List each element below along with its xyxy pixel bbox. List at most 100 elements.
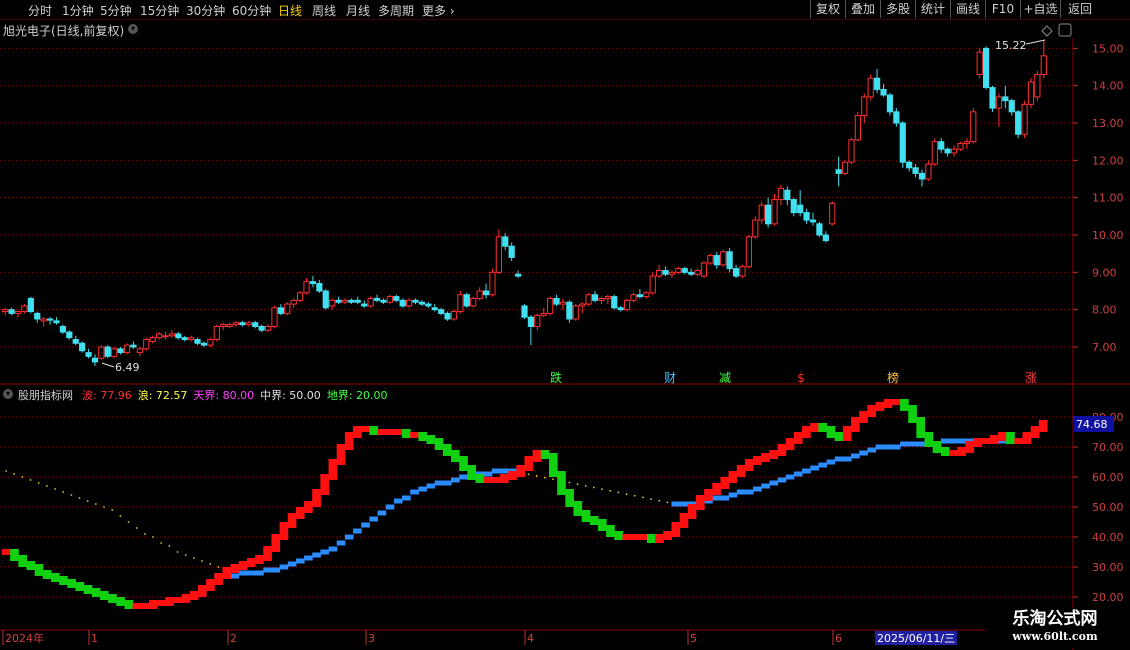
trail-dot <box>584 484 587 487</box>
wave-block <box>50 573 60 582</box>
diamond-icon[interactable] <box>1041 25 1053 37</box>
trend-block <box>336 540 346 546</box>
high-price-label: 15.22 <box>995 39 1027 52</box>
price-tick-label: 9.00 <box>1092 266 1117 279</box>
candle-body <box>111 348 118 357</box>
wave-block <box>793 432 803 444</box>
wave-block <box>59 576 68 585</box>
candle-body <box>553 297 560 305</box>
wave-block <box>1022 432 1032 444</box>
candle-body <box>771 199 778 225</box>
wave-block <box>328 459 338 480</box>
trend-block <box>344 534 354 540</box>
wave-block <box>238 561 248 570</box>
candle-body <box>925 163 932 180</box>
event-label[interactable]: 财 <box>664 371 676 385</box>
wave-block <box>304 501 313 513</box>
trail-dot <box>29 479 32 481</box>
candle-body <box>239 322 246 326</box>
trail-dots <box>5 470 669 571</box>
candle-body <box>1040 55 1047 75</box>
trend-block <box>908 441 917 447</box>
wave-block <box>940 447 950 456</box>
candle-body <box>149 337 156 342</box>
candle-body <box>899 122 906 163</box>
candle-body <box>245 322 252 326</box>
wave-block <box>418 432 428 441</box>
candle-body <box>1008 100 1015 113</box>
candle-body <box>175 333 182 339</box>
candle-body <box>726 251 733 270</box>
wave-block <box>516 465 525 477</box>
trail-dot <box>633 494 636 497</box>
candle-body <box>502 236 509 247</box>
chart-canvas[interactable]: 15.00 14.00 13.00 12.00 11.00 10.00 9.00 8.00 7.… <box>0 0 1130 650</box>
wave-series <box>2 399 1048 609</box>
candle-body <box>258 325 265 331</box>
wave-block <box>557 471 566 495</box>
candle-body <box>508 245 515 258</box>
candle-body <box>425 303 432 307</box>
event-label[interactable]: 涨 <box>1025 370 1037 385</box>
candle-body <box>393 296 400 301</box>
candle-body <box>534 314 541 327</box>
chevron-down-icon[interactable]: ▾ <box>3 389 13 399</box>
candle-body <box>72 339 79 344</box>
trend-block <box>287 561 297 567</box>
wave-block <box>981 438 991 444</box>
trail-dot <box>576 483 579 486</box>
trail-dot <box>78 497 81 499</box>
indicator-tick-label: 70.00 <box>1092 441 1124 454</box>
candle-body <box>765 204 772 225</box>
trend-block <box>410 489 419 495</box>
wave-block <box>279 522 289 540</box>
wave-block <box>581 510 591 522</box>
panel-toggle-icon[interactable] <box>1058 23 1072 37</box>
date-tick-label: 6 <box>835 632 842 645</box>
wave-block <box>818 423 828 432</box>
candle-body <box>662 269 669 275</box>
trail-dot <box>62 491 65 493</box>
trail-dot <box>103 506 105 508</box>
trail-dot <box>568 481 571 484</box>
price-tick-label: 13.00 <box>1092 117 1124 130</box>
candle-body <box>893 111 900 124</box>
candle-body <box>271 307 278 327</box>
trail-dot <box>552 478 554 481</box>
trend-block <box>295 558 305 564</box>
price-grid <box>0 47 1073 348</box>
event-label[interactable]: 减 <box>719 371 731 385</box>
wave-block <box>777 444 787 456</box>
event-label[interactable]: 跌 <box>550 370 562 385</box>
candle-body <box>34 312 41 320</box>
wave-block <box>573 501 583 516</box>
candle-body <box>976 51 983 75</box>
wave-block <box>467 465 477 480</box>
wave-block <box>91 588 101 597</box>
candle-body <box>264 325 272 331</box>
wave-block <box>442 444 452 456</box>
wave-block <box>524 456 534 471</box>
wave-block <box>426 435 436 444</box>
trend-block <box>279 564 289 570</box>
candle-body <box>950 148 958 154</box>
wave-block <box>369 426 379 435</box>
candle-body <box>181 337 188 341</box>
candle-body <box>668 271 676 275</box>
trend-block <box>304 555 313 561</box>
candle-body <box>944 148 951 154</box>
trail-dot <box>641 496 644 499</box>
date-tick-label: 2024年 <box>5 631 44 645</box>
wave-block <box>565 489 574 507</box>
candle-body <box>335 299 342 303</box>
wave-block <box>924 432 934 447</box>
trend-block <box>385 504 395 510</box>
price-tick-label: 12.00 <box>1092 154 1124 167</box>
candle-body <box>85 352 92 357</box>
event-label[interactable]: $ <box>797 371 805 385</box>
candle-body <box>155 333 163 339</box>
event-label[interactable]: 榜 <box>887 370 899 385</box>
trend-block <box>810 465 819 471</box>
trail-dot <box>209 563 212 565</box>
date-tick-label: 5 <box>690 632 697 645</box>
